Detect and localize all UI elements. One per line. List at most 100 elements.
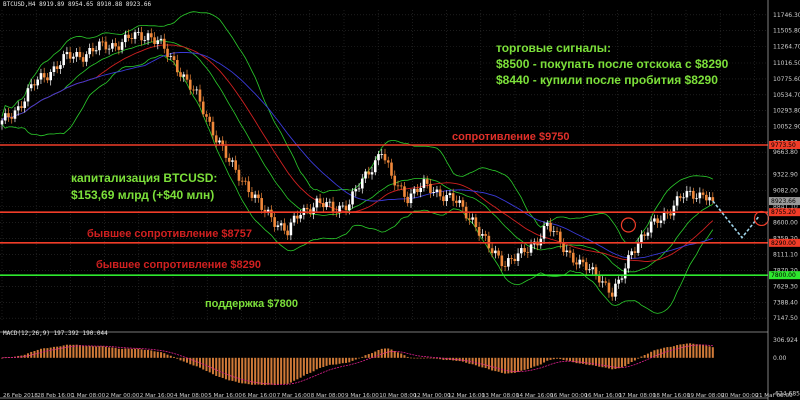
candle-body [510, 258, 513, 259]
candle-body [513, 258, 517, 262]
macd-bar [179, 357, 182, 361]
macd-bar [487, 357, 490, 370]
candle-body [552, 231, 556, 233]
candle-body [588, 269, 591, 271]
price-tick-label: 7147.50 [773, 315, 798, 322]
candle-body [575, 262, 578, 265]
candle-body [328, 201, 332, 203]
macd-bar [513, 357, 516, 373]
macd-bar [546, 357, 549, 361]
candle-body [159, 38, 163, 41]
time-tick-label: 16 Mar 16:00 [584, 393, 622, 399]
macd-bar [91, 346, 94, 358]
time-tick-label: 9 Mar 16:00 [345, 393, 379, 399]
macd-bar [562, 357, 565, 360]
candle-body [679, 196, 682, 198]
candle-body [133, 32, 137, 39]
time-tick-label: 26 Feb 2018 [3, 393, 38, 399]
candle-body [682, 197, 685, 199]
time-tick-label: 20 Mar 00:00 [721, 393, 759, 399]
macd-bar [43, 348, 46, 358]
candle-body [377, 154, 380, 161]
macd-bar [186, 357, 189, 363]
candle-body [292, 215, 296, 223]
macd-bar [143, 349, 146, 358]
macd-bar [698, 344, 701, 358]
candle-body [523, 248, 526, 252]
macd-bar [403, 355, 406, 358]
candle-body [253, 194, 257, 198]
candle-body [94, 50, 98, 52]
candle-body [231, 160, 234, 162]
former-resistance-8290-label: бывшее сопротивление $8290 [96, 259, 261, 271]
macd-bar [390, 349, 393, 358]
macd-bar [588, 357, 591, 366]
time-tick-label: 16 Mar 00:00 [550, 393, 588, 399]
candle-body [558, 231, 562, 244]
macd-bar [192, 357, 195, 366]
candle-body [448, 193, 452, 196]
candle-body [214, 135, 218, 143]
macd-bar [267, 357, 270, 385]
macd-bar [575, 357, 578, 364]
candle-body [20, 106, 23, 108]
price-tick-label: 9322.90 [773, 172, 798, 179]
macd-bar [711, 347, 714, 358]
macd-bar [666, 347, 669, 358]
macd-bar [406, 356, 409, 358]
macd-bar [345, 357, 348, 363]
price-tick-label: 10534.70 [773, 92, 800, 99]
macd-bar [552, 357, 555, 360]
candle-body [471, 217, 474, 220]
candle-body [341, 205, 345, 207]
macd-bar [202, 357, 205, 370]
former-resistance-8757-label: бывшее сопротивление $8757 [87, 228, 252, 240]
candle-body [192, 89, 195, 91]
macd-bar [569, 357, 572, 362]
macd-bar [250, 357, 253, 385]
macd-bar [624, 357, 627, 367]
candle-body [386, 160, 390, 163]
macd-bar [263, 357, 266, 386]
resistance-label: сопротивление $9750 [452, 131, 570, 143]
candle-body [111, 43, 114, 49]
macd-bar [585, 357, 588, 365]
macd-bar [484, 357, 487, 369]
candle-body [646, 232, 650, 236]
macd-bar [578, 357, 581, 364]
macd-bar [419, 357, 422, 359]
candle-body [299, 214, 302, 219]
candle-body [393, 175, 397, 186]
candle-body [260, 198, 263, 210]
candle-body [597, 275, 601, 283]
candle-body [218, 140, 221, 143]
candle-body [458, 200, 461, 203]
time-tick-label: 28 Feb 16:00 [37, 393, 74, 399]
macd-bar [302, 357, 305, 376]
macd-bar [231, 357, 234, 381]
price-tick-label: 7388.40 [773, 299, 798, 306]
candle-body [23, 101, 27, 108]
macd-bar [604, 357, 607, 368]
candle-body [545, 222, 549, 226]
candle-body [617, 279, 620, 284]
macd-bar [708, 346, 711, 358]
candle-body [526, 251, 530, 253]
macd-bar [65, 344, 68, 358]
macd-bar [640, 356, 643, 358]
macd-bar [348, 357, 351, 363]
candle-body [286, 230, 289, 236]
candle-body [101, 41, 104, 43]
macd-bar [478, 357, 481, 367]
candle-body [198, 89, 202, 102]
macd-bar [247, 357, 250, 385]
candle-body [360, 178, 364, 189]
macd-bar [413, 357, 416, 359]
macd-bar [211, 357, 214, 375]
time-tick-label: 13 Mar 08:00 [482, 393, 520, 399]
candle-body [380, 154, 384, 155]
macd-bar [565, 357, 568, 361]
candle-body [305, 207, 309, 210]
macd-bar [114, 348, 117, 358]
macd-bar [497, 357, 500, 372]
